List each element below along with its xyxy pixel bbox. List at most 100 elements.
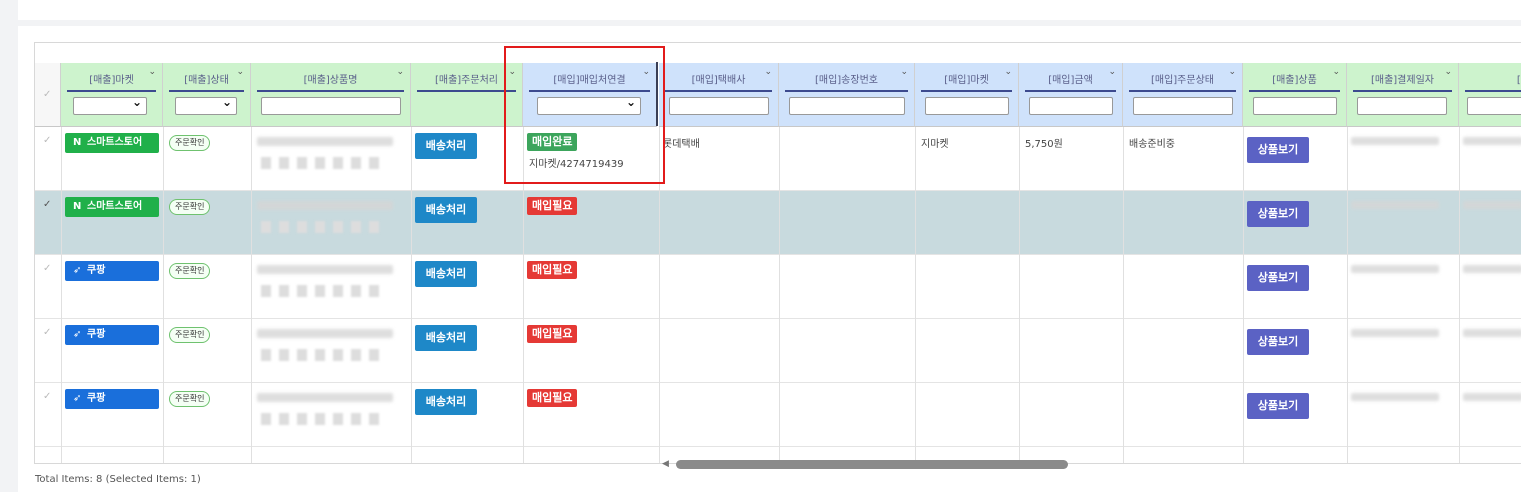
table-row[interactable]: ✓ ➶ 쿠팡 주문확인 배송처리 매입필요 상품보기	[35, 319, 1521, 383]
select-all-check-icon[interactable]: ✓	[43, 89, 51, 100]
rocket-icon: ➶	[73, 265, 82, 276]
amount-text: 5,750원	[1025, 139, 1063, 150]
column-menu-icon[interactable]: ⌄	[900, 67, 908, 77]
header-product-name[interactable]: [매출]상품명 ⌄	[251, 63, 411, 127]
product-option-icons	[261, 221, 379, 233]
row-check-icon[interactable]: ✓	[43, 199, 51, 210]
view-product-button[interactable]: 상품보기	[1247, 137, 1309, 163]
status-badge: 주문확인	[169, 327, 211, 343]
extra-filter-input[interactable]	[1467, 97, 1521, 115]
status-badge: 주문확인	[169, 391, 211, 407]
product-option-icons	[261, 157, 379, 169]
market-badge: N 스마트스토어	[65, 197, 159, 217]
invoice-filter-input[interactable]	[789, 97, 905, 115]
purchase-status-badge[interactable]: 매입필요	[527, 197, 578, 215]
column-divider	[1123, 127, 1124, 463]
market-name: 스마트스토어	[87, 137, 143, 148]
column-menu-icon[interactable]: ⌄	[1444, 67, 1452, 77]
payment-date-blurred	[1351, 393, 1439, 401]
market-badge: ➶ 쿠팡	[65, 389, 159, 409]
view-product-button[interactable]: 상품보기	[1247, 265, 1309, 291]
ship-process-button[interactable]: 배송처리	[415, 133, 477, 159]
purchase-market-text: 지마켓	[921, 139, 949, 150]
column-divider	[1459, 127, 1460, 463]
column-menu-icon[interactable]: ⌄	[1004, 67, 1012, 77]
column-divider	[411, 127, 412, 463]
select-all-header[interactable]: ✓	[35, 63, 61, 127]
column-menu-icon[interactable]: ⌄	[1108, 67, 1116, 77]
column-menu-icon[interactable]: ⌄	[1332, 67, 1340, 77]
product-name-filter-input[interactable]	[261, 97, 401, 115]
ship-process-button[interactable]: 배송처리	[415, 389, 477, 415]
product-option-icons	[261, 349, 379, 361]
column-divider	[163, 127, 164, 463]
header-purchase-market[interactable]: [매입]마켓 ⌄	[915, 63, 1019, 127]
payment-date-blurred	[1351, 329, 1439, 337]
market-badge: N 스마트스토어	[65, 133, 159, 153]
product-name-blurred	[257, 393, 393, 402]
column-menu-icon[interactable]: ⌄	[148, 67, 156, 77]
scroll-left-icon[interactable]: ◀	[662, 459, 669, 469]
column-menu-icon[interactable]: ⌄	[396, 67, 404, 77]
courier-text: 롯데택배	[663, 139, 700, 150]
table-row[interactable]: ✓ ➶ 쿠팡 주문확인 배송처리 매입필요 상품보기	[35, 383, 1521, 447]
header-purchase-amount[interactable]: [매입]금액 ⌄	[1019, 63, 1123, 127]
status-badge: 주문확인	[169, 263, 211, 279]
product-name-blurred	[257, 329, 393, 338]
header-label: [매출]결제일자	[1370, 75, 1434, 86]
header-courier[interactable]: [매입]택배사 ⌄	[659, 63, 779, 127]
column-divider	[1243, 127, 1244, 463]
header-payment-date[interactable]: [매출]결제일자 ⌄	[1347, 63, 1459, 127]
product-option-icons	[261, 285, 379, 297]
naver-logo-icon: N	[73, 137, 82, 148]
sales-product-filter-input[interactable]	[1253, 97, 1337, 115]
status-filter-select[interactable]	[175, 95, 237, 115]
order-status-text: 배송준비중	[1129, 139, 1175, 150]
header-sales-product[interactable]: [매출]상품 ⌄	[1243, 63, 1347, 127]
purchase-market-filter-input[interactable]	[925, 97, 1009, 115]
header-sales-status[interactable]: [매출]상태 ⌄	[163, 63, 251, 127]
row-check-icon[interactable]: ✓	[43, 263, 51, 274]
header-invoice-number[interactable]: [매입]송장번호 ⌄	[779, 63, 915, 127]
purchase-status-badge[interactable]: 매입필요	[527, 261, 578, 279]
status-badge: 주문확인	[169, 199, 211, 215]
extra-blurred	[1463, 393, 1521, 401]
column-menu-icon[interactable]: ⌄	[236, 67, 244, 77]
status-badge: 주문확인	[169, 135, 211, 151]
ship-process-button[interactable]: 배송처리	[415, 261, 477, 287]
header-label: [매입]주문상태	[1150, 75, 1214, 86]
courier-filter-input[interactable]	[669, 97, 769, 115]
ship-process-button[interactable]: 배송처리	[415, 325, 477, 351]
payment-date-filter-input[interactable]	[1357, 97, 1447, 115]
column-menu-icon[interactable]: ⌄	[764, 67, 772, 77]
header-label: [매출]마켓	[89, 75, 134, 86]
header-label: [매입]택배사	[691, 75, 746, 86]
table-row[interactable]: ✓ N 스마트스토어 주문확인 배송처리 매입완료 지마켓/4274719439 롯데택배 지마…	[35, 127, 1521, 191]
table-row[interactable]: ✓ N 스마트스토어 주문확인 배송처리 매입필요 상품보기	[35, 191, 1521, 255]
purchase-status-badge[interactable]: 매입필요	[527, 389, 578, 407]
product-name-blurred	[257, 265, 393, 274]
horizontal-scrollbar[interactable]	[676, 460, 1068, 469]
purchase-status-badge[interactable]: 매입필요	[527, 325, 578, 343]
ship-process-button[interactable]: 배송처리	[415, 197, 477, 223]
order-status-filter-input[interactable]	[1133, 97, 1233, 115]
view-product-button[interactable]: 상품보기	[1247, 329, 1309, 355]
row-check-icon[interactable]: ✓	[43, 135, 51, 146]
row-check-icon[interactable]: ✓	[43, 391, 51, 402]
amount-filter-input[interactable]	[1029, 97, 1113, 115]
market-name: 쿠팡	[87, 393, 106, 404]
table-row[interactable]: ✓ ➶ 쿠팡 주문확인 배송처리 매입필요 상품보기	[35, 255, 1521, 319]
header-label: [매입]금액	[1048, 75, 1093, 86]
row-check-icon[interactable]: ✓	[43, 327, 51, 338]
header-label: [매출]상품	[1272, 75, 1317, 86]
column-menu-icon[interactable]: ⌄	[1228, 67, 1236, 77]
view-product-button[interactable]: 상품보기	[1247, 393, 1309, 419]
header-extra[interactable]: [매	[1459, 63, 1521, 127]
market-filter-select[interactable]	[73, 95, 147, 115]
header-sales-market[interactable]: [매출]마켓 ⌄	[61, 63, 163, 127]
market-name: 쿠팡	[87, 329, 106, 340]
view-product-button[interactable]: 상품보기	[1247, 201, 1309, 227]
header-purchase-order-status[interactable]: [매입]주문상태 ⌄	[1123, 63, 1243, 127]
header-label: [매입]송장번호	[814, 75, 878, 86]
payment-date-blurred	[1351, 137, 1439, 145]
